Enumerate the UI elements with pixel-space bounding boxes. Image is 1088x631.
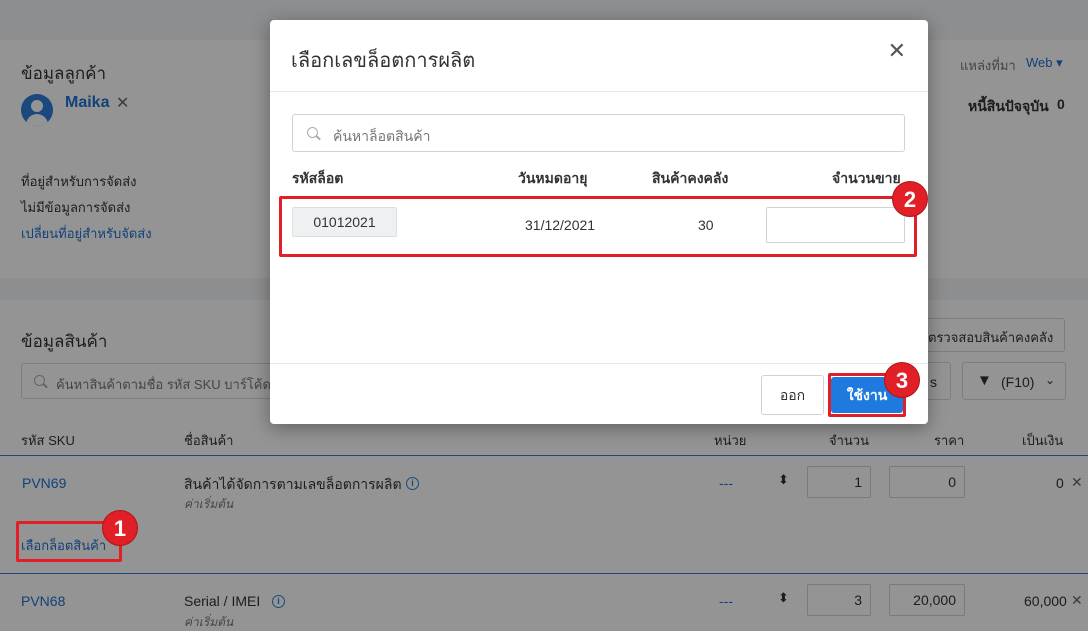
- lot-search-input[interactable]: ค้นหาล็อตสินค้า: [292, 114, 905, 152]
- col-lot-code: รหัสล็อต: [292, 170, 344, 186]
- col-stock: สินค้าคงคลัง: [652, 170, 729, 186]
- modal-footer-divider: [270, 363, 928, 364]
- callout-1-badge: 1: [102, 510, 138, 546]
- close-icon[interactable]: ✕: [888, 38, 906, 64]
- search-icon: [307, 127, 318, 138]
- col-expiry: วันหมดอายุ: [518, 170, 588, 186]
- callout-2-highlight: [279, 196, 917, 257]
- col-sell-qty: จำนวนขาย: [832, 170, 901, 186]
- lot-search-placeholder: ค้นหาล็อตสินค้า: [333, 128, 431, 144]
- modal-title: เลือกเลขล็อตการผลิต: [291, 50, 476, 72]
- modal-header: เลือกเลขล็อตการผลิต ✕: [270, 20, 928, 92]
- exit-button[interactable]: ออก: [761, 375, 824, 415]
- callout-2-badge: 2: [892, 181, 928, 217]
- callout-3-badge: 3: [884, 362, 920, 398]
